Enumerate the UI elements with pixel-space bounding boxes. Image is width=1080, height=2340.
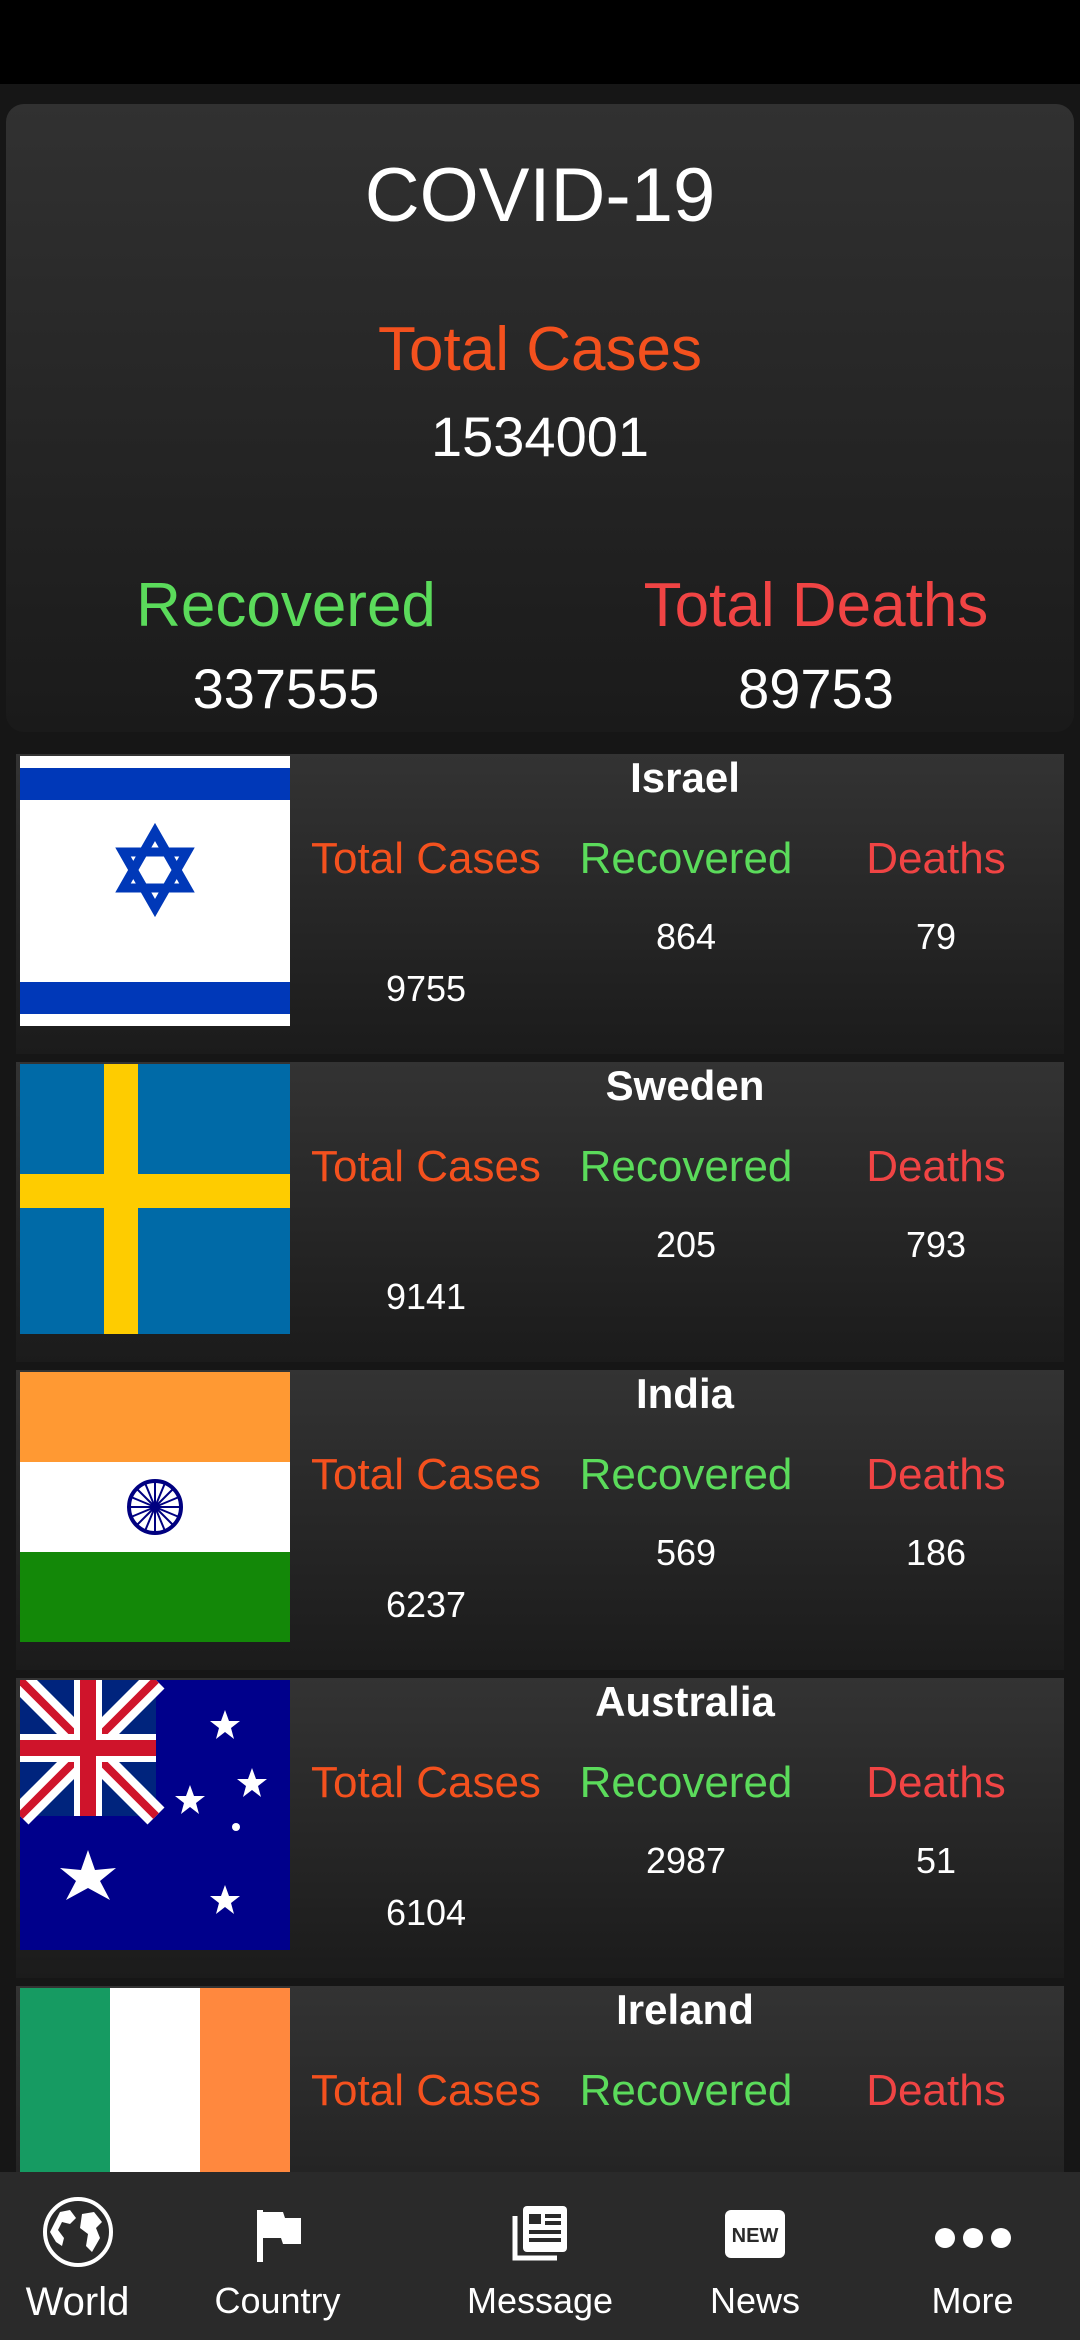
recovered-label: Recovered [136,571,436,640]
sweden-flag [20,1064,290,1334]
nav-message[interactable]: Message [450,2172,630,2340]
recovered-value: 569 [655,1532,717,1573]
deaths-value: 51 [915,1840,957,1881]
message-icon [509,2202,571,2269]
india-flag [20,1372,290,1642]
deaths-label: Deaths [866,834,1006,883]
nav-label: Country [214,2280,341,2321]
deaths-value: 186 [905,1532,967,1573]
nav-world[interactable]: World [0,2172,155,2340]
nav-news[interactable]: NEW News [680,2172,830,2340]
flag-icon [253,2208,303,2269]
deaths-value: 793 [905,1224,967,1265]
news-icon: NEW [723,2208,787,2265]
recovered-label: Recovered [579,834,793,883]
recovered-label: Recovered [579,2066,793,2115]
app-title: COVID-19 [364,153,716,238]
country-name: Israel [630,754,740,801]
cases-label: Total Cases [311,2066,541,2115]
country-name: Ireland [616,1986,754,2033]
country-name: Australia [595,1678,775,1725]
deaths-label: Deaths [866,1142,1006,1191]
total-deaths-label: Total Deaths [643,571,989,640]
total-deaths-value: 89753 [738,657,894,720]
recovered-label: Recovered [579,1450,793,1499]
ireland-flag [20,1988,290,2172]
nav-more[interactable]: More [900,2172,1045,2340]
deaths-label: Deaths [866,1450,1006,1499]
nav-label: More [931,2280,1014,2321]
country-row-india[interactable]: India Total Cases Recovered Deaths 6237 … [16,1370,1064,1670]
status-bar [0,0,1080,84]
bottom-nav: World Country Message NEW News More [0,2172,1080,2340]
total-cases-value: 1534001 [430,405,649,468]
cases-value: 9755 [385,968,467,1009]
nav-label: Message [466,2280,614,2321]
country-row-israel[interactable]: Israel Total Cases Recovered Deaths 9755… [16,754,1064,1054]
recovered-value: 337555 [192,657,380,720]
nav-country[interactable]: Country [190,2172,365,2340]
globe-icon [40,2194,116,2275]
summary-card: COVID-19 Total Cases 1534001 Recovered 3… [6,104,1074,732]
country-row-australia[interactable]: Australia Total Cases Recovered Deaths 6… [16,1678,1064,1978]
deaths-label: Deaths [866,1758,1006,1807]
nav-label: News [709,2280,801,2321]
cases-label: Total Cases [311,1142,541,1191]
cases-value: 9141 [385,1276,467,1317]
cases-label: Total Cases [311,834,541,883]
deaths-value: 79 [915,916,957,957]
country-row-ireland[interactable]: Ireland Total Cases Recovered Deaths [16,1986,1064,2172]
total-cases-label: Total Cases [378,315,702,384]
content-area[interactable]: COVID-19 Total Cases 1534001 Recovered 3… [0,84,1080,2172]
recovered-label: Recovered [579,1758,793,1807]
cases-value: 6237 [385,1584,467,1625]
cases-label: Total Cases [311,1758,541,1807]
australia-flag [20,1680,290,1950]
cases-label: Total Cases [311,1450,541,1499]
recovered-value: 2987 [645,1840,727,1881]
country-name: India [635,1370,734,1417]
svg-text:NEW: NEW [732,2225,779,2247]
more-icon [933,2226,1013,2255]
recovered-value: 864 [655,916,717,957]
cases-value: 6104 [385,1892,467,1933]
recovered-value: 205 [655,1224,717,1265]
nav-label: World [25,2280,130,2324]
deaths-label: Deaths [866,2066,1006,2115]
country-row-sweden[interactable]: Sweden Total Cases Recovered Deaths 9141… [16,1062,1064,1362]
recovered-label: Recovered [579,1142,793,1191]
country-name: Sweden [605,1062,765,1109]
israel-flag [20,756,290,1026]
